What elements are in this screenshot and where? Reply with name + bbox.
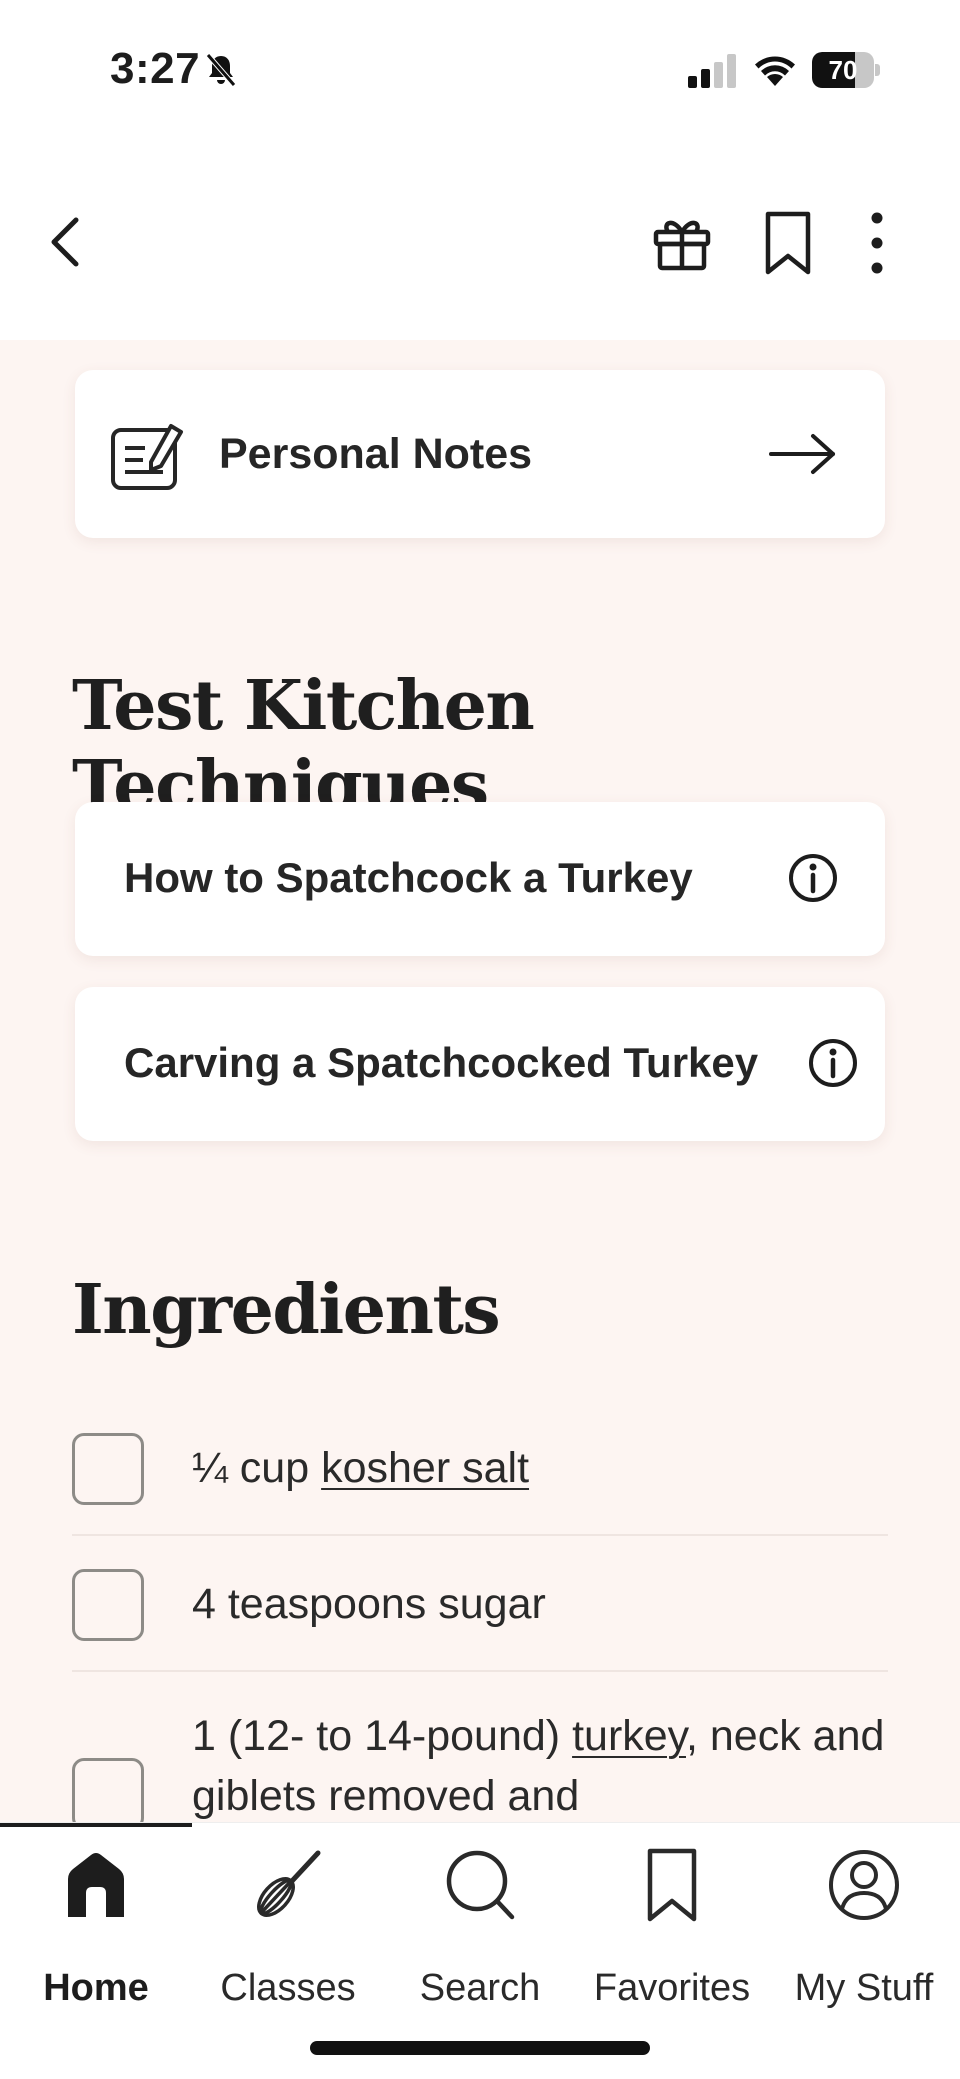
ingredient-text: 1 (12- to 14-pound) turkey, neck and gib…: [192, 1706, 892, 1826]
search-icon: [446, 1850, 515, 1920]
back-icon[interactable]: [40, 210, 96, 274]
user-icon: [829, 1850, 899, 1920]
info-icon[interactable]: [787, 852, 839, 904]
notes-icon: [111, 424, 183, 490]
ingredient-row: 4 teaspoons sugar: [72, 1566, 888, 1672]
ingredient-checkbox[interactable]: [72, 1433, 144, 1505]
status-time: 3:27: [110, 44, 201, 93]
ingredient-link[interactable]: kosher salt: [321, 1444, 529, 1492]
whisk-icon: [257, 1850, 321, 1917]
ingredient-row: ¼ cup kosher salt: [72, 1430, 888, 1536]
tab-home[interactable]: Home: [0, 1823, 192, 2023]
technique-card[interactable]: Carving a Spatchcocked Turkey: [75, 987, 885, 1141]
bookmark-icon: [647, 1848, 697, 1922]
tab-label: Favorites: [593, 1967, 751, 2009]
ingredient-checkbox[interactable]: [72, 1758, 144, 1830]
tab-my-stuff[interactable]: My Stuff: [768, 1823, 960, 2023]
tab-label: Classes: [220, 1967, 356, 2009]
home-icon: [68, 1853, 124, 1917]
tab-favorites[interactable]: Favorites: [576, 1823, 768, 2023]
tab-classes[interactable]: Classes: [192, 1823, 384, 2023]
bookmark-icon[interactable]: [758, 208, 818, 278]
ingredient-amount: 1 (12- to 14-pound): [192, 1712, 573, 1760]
ingredient-row: 1 (12- to 14-pound) turkey, neck and gib…: [72, 1702, 888, 1832]
home-indicator: [310, 2041, 650, 2055]
personal-notes-label: Personal Notes: [219, 430, 533, 478]
tab-label: Search: [419, 1967, 541, 2009]
ingredient-text: ¼ cup kosher salt: [192, 1438, 529, 1498]
battery-percent: 70: [828, 55, 858, 85]
tab-label: My Stuff: [794, 1967, 934, 2009]
cellular-signal-icon: [688, 54, 736, 88]
ingredient-link[interactable]: turkey: [572, 1712, 686, 1760]
navigation-bar: [0, 140, 960, 340]
ingredient-amount: ¼ cup: [192, 1444, 322, 1492]
wifi-icon: [755, 56, 795, 86]
bell-muted-icon: [206, 53, 236, 87]
ingredient-text: 4 teaspoons sugar: [192, 1574, 546, 1634]
ingredient-checkbox[interactable]: [72, 1569, 144, 1641]
technique-card[interactable]: How to Spatchcock a Turkey: [75, 802, 885, 956]
info-icon[interactable]: [807, 1037, 859, 1089]
gift-icon[interactable]: [650, 210, 714, 274]
technique-label: Carving a Spatchcocked Turkey: [124, 1039, 759, 1086]
personal-notes-card[interactable]: Personal Notes: [75, 370, 885, 538]
tab-bar: Home Classes Search Favorites My Stuff: [0, 1822, 960, 2079]
ingredient-amount: 4 teaspoons sugar: [192, 1580, 546, 1628]
technique-label: How to Spatchcock a Turkey: [124, 854, 693, 901]
status-bar: 3:27 70: [0, 0, 960, 140]
tab-search[interactable]: Search: [384, 1823, 576, 2023]
battery-indicator: 70: [812, 52, 880, 88]
ingredients-heading: Ingredients: [72, 1270, 501, 1350]
arrow-right-icon: [769, 434, 835, 474]
tab-label: Home: [43, 1967, 149, 2009]
more-options-icon[interactable]: [862, 210, 892, 276]
